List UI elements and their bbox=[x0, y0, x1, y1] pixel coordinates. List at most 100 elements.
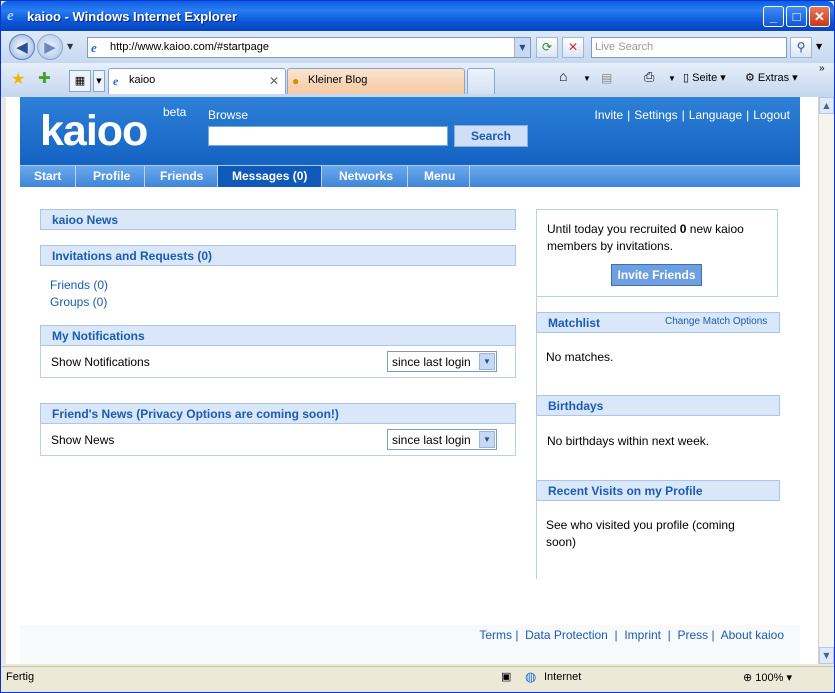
tab-label: kaioo bbox=[129, 74, 156, 86]
friends-requests-link[interactable]: Friends (0) bbox=[50, 278, 108, 292]
tab-kleiner-blog[interactable]: ● Kleiner Blog bbox=[287, 68, 465, 94]
no-matches-text: No matches. bbox=[546, 350, 614, 364]
menu-menu[interactable]: Menu bbox=[410, 166, 471, 187]
menu-messages[interactable]: Messages (0) bbox=[218, 166, 323, 187]
site-search-input[interactable] bbox=[208, 126, 448, 146]
add-favorite-icon[interactable]: ✚ bbox=[38, 69, 51, 87]
page-icon: e bbox=[91, 40, 97, 55]
kaioo-news-header: kaioo News bbox=[40, 209, 516, 230]
arrow-left-icon: ◀ bbox=[16, 38, 28, 56]
quick-tabs-button[interactable]: ▦ bbox=[69, 70, 91, 92]
home-icon[interactable]: ⌂ bbox=[559, 68, 567, 84]
new-tab-button[interactable] bbox=[467, 68, 495, 94]
recruit-text-post: new kaioo bbox=[689, 222, 744, 236]
about-link[interactable]: About kaioo bbox=[721, 628, 784, 642]
tab-list-dropdown-icon[interactable]: ▼ bbox=[93, 70, 105, 92]
security-icon: ▣ bbox=[501, 671, 512, 683]
browser-window: e kaioo - Windows Internet Explorer _ □ … bbox=[0, 0, 835, 693]
page-menu-icon: ▯ bbox=[683, 72, 693, 84]
tab-label: Kleiner Blog bbox=[308, 74, 368, 86]
status-bar: Fertig ▣ ◍ Internet ⊕ 100% ▾ bbox=[1, 666, 834, 692]
recent-visits-text-line2: soon) bbox=[546, 535, 577, 549]
news-select[interactable]: since last login ▼ bbox=[387, 429, 497, 450]
notifications-select[interactable]: since last login ▼ bbox=[387, 351, 497, 372]
menu-profile[interactable]: Profile bbox=[79, 166, 146, 187]
search-options-icon[interactable]: ▼ bbox=[816, 42, 822, 51]
terms-link[interactable]: Terms bbox=[479, 628, 512, 642]
menu-networks[interactable]: Networks bbox=[325, 166, 409, 187]
menu-friends[interactable]: Friends bbox=[146, 166, 219, 187]
change-match-options-link[interactable]: Change Match Options bbox=[665, 316, 767, 327]
news-select-value: since last login bbox=[392, 433, 471, 447]
recruit-text: Until today you recruited 0 new kaioo bbox=[547, 222, 744, 236]
press-link[interactable]: Press bbox=[677, 628, 708, 642]
favorites-star-icon[interactable]: ★ bbox=[11, 69, 25, 88]
address-bar[interactable]: e http://www.kaioo.com/#startpage ▼ bbox=[87, 37, 531, 58]
kaioo-page: kaioo beta Browse Search Invite | Settings… bbox=[20, 97, 800, 664]
refresh-button[interactable]: ⟳ bbox=[536, 37, 558, 58]
tab-kaioo[interactable]: e kaioo ✕ bbox=[108, 68, 286, 94]
address-url[interactable]: http://www.kaioo.com/#startpage bbox=[110, 41, 269, 53]
history-dropdown-icon[interactable]: ▼ bbox=[67, 42, 73, 51]
footer-links: Terms | Data Protection | Imprint | Pres… bbox=[479, 628, 784, 642]
logout-link[interactable]: Logout bbox=[753, 108, 790, 122]
live-search-input[interactable]: Live Search bbox=[591, 37, 787, 58]
scroll-down-icon[interactable]: ▼ bbox=[819, 647, 834, 664]
site-logo[interactable]: kaioo bbox=[40, 107, 148, 156]
address-toolbar: ◀ ▶ ▼ e http://www.kaioo.com/#startpage … bbox=[1, 31, 834, 63]
right-column-border bbox=[536, 297, 537, 579]
status-text: Fertig bbox=[6, 671, 35, 683]
title-bar: e kaioo - Windows Internet Explorer _ □ … bbox=[1, 1, 834, 31]
vertical-scrollbar[interactable]: ▲ ▼ bbox=[818, 97, 834, 664]
birthdays-header: Birthdays bbox=[536, 395, 780, 416]
minimize-button[interactable]: _ bbox=[763, 6, 784, 27]
blog-favicon-icon: ● bbox=[292, 74, 300, 88]
tab-bar: ★ ✚ ▦ ▼ e kaioo ✕ ● Kleiner Blog ⌂ ▼ ▤ ⎙… bbox=[1, 63, 834, 97]
print-dropdown-icon[interactable]: ▼ bbox=[668, 74, 676, 83]
arrow-right-icon: ▶ bbox=[44, 38, 56, 56]
scroll-up-icon[interactable]: ▲ bbox=[819, 97, 834, 114]
recruit-count: 0 bbox=[679, 222, 687, 236]
site-search-button[interactable]: Search bbox=[454, 125, 528, 147]
chevron-more-icon[interactable]: » bbox=[819, 63, 825, 74]
stop-button[interactable]: ✕ bbox=[562, 37, 584, 58]
menu-start[interactable]: Start bbox=[20, 166, 77, 187]
feeds-icon[interactable]: ▤ bbox=[601, 71, 612, 85]
close-button[interactable]: ✕ bbox=[809, 6, 830, 27]
zoom-level: 100% bbox=[755, 672, 784, 684]
invite-link[interactable]: Invite bbox=[594, 108, 623, 122]
maximize-button[interactable]: □ bbox=[786, 6, 807, 27]
zone-label: Internet bbox=[544, 671, 582, 683]
language-link[interactable]: Language bbox=[689, 108, 742, 122]
top-links: Invite | Settings | Language | Logout bbox=[594, 108, 790, 122]
address-dropdown-icon[interactable]: ▼ bbox=[514, 38, 530, 57]
zoom-control[interactable]: ⊕ 100% ▾ bbox=[743, 671, 792, 684]
page-viewport: kaioo beta Browse Search Invite | Settings… bbox=[6, 97, 818, 664]
site-footer: Terms | Data Protection | Imprint | Pres… bbox=[20, 625, 800, 664]
search-button[interactable]: ⚲ bbox=[790, 37, 812, 58]
notifications-header: My Notifications bbox=[40, 325, 516, 346]
page-menu-label: Seite bbox=[692, 72, 718, 84]
extras-menu-label: Extras bbox=[757, 72, 790, 84]
ie-logo-icon: e bbox=[7, 8, 14, 24]
forward-button[interactable]: ▶ bbox=[37, 34, 63, 60]
extras-menu[interactable]: ⚙ Extras ▾ bbox=[745, 71, 798, 84]
print-icon[interactable]: ⎙ bbox=[644, 69, 654, 85]
window-title: kaioo - Windows Internet Explorer bbox=[27, 9, 238, 24]
groups-requests-link[interactable]: Groups (0) bbox=[50, 295, 107, 309]
settings-link[interactable]: Settings bbox=[634, 108, 677, 122]
recruit-text-pre: Until today you recruited bbox=[547, 222, 677, 236]
zoom-icon: ⊕ bbox=[743, 672, 756, 684]
page-menu[interactable]: ▯ Seite ▾ bbox=[683, 71, 726, 84]
recent-visits-header: Recent Visits on my Profile bbox=[536, 480, 780, 501]
home-dropdown-icon[interactable]: ▼ bbox=[583, 74, 591, 83]
chevron-down-icon: ▼ bbox=[479, 353, 495, 370]
back-button[interactable]: ◀ bbox=[9, 34, 35, 60]
ie-page-icon: e bbox=[113, 74, 119, 88]
close-tab-icon[interactable]: ✕ bbox=[269, 74, 279, 88]
stop-icon: ✕ bbox=[567, 40, 579, 54]
data-protection-link[interactable]: Data Protection bbox=[525, 628, 608, 642]
invite-friends-button[interactable]: Invite Friends bbox=[611, 264, 702, 286]
imprint-link[interactable]: Imprint bbox=[624, 628, 661, 642]
refresh-icon: ⟳ bbox=[541, 40, 553, 54]
